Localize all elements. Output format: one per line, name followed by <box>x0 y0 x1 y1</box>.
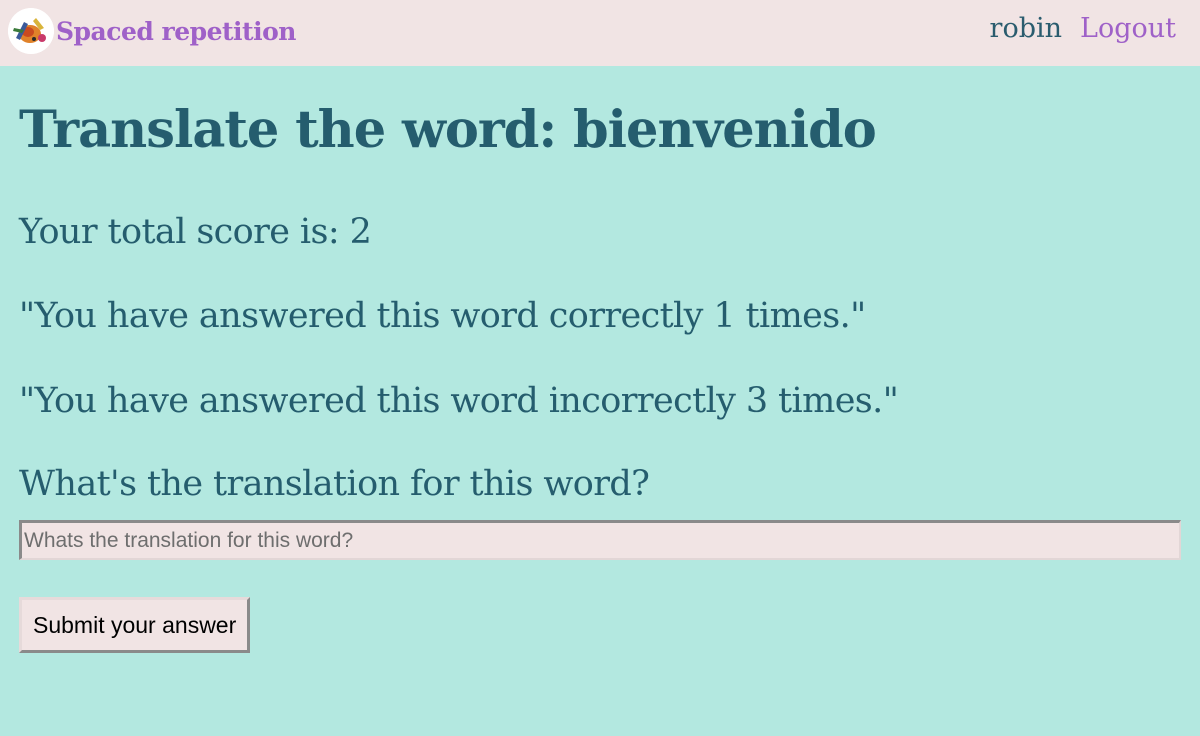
app-logo-icon <box>8 8 54 54</box>
correct-count-text: "You have answered this word correctly 1… <box>19 296 866 336</box>
username-label: robin <box>989 13 1063 44</box>
logout-link[interactable]: Logout <box>1080 13 1176 44</box>
top-nav-bar: Spaced repetition robin Logout <box>0 0 1200 66</box>
home-link[interactable]: Spaced repetition <box>8 8 296 54</box>
translation-question-label: What's the translation for this word? <box>19 464 650 504</box>
total-score-text: Your total score is: 2 <box>19 212 372 252</box>
incorrect-count-text: "You have answered this word incorrectly… <box>19 381 899 421</box>
translation-input[interactable] <box>19 520 1181 560</box>
page-title: Translate the word: bienvenido <box>19 100 877 160</box>
user-nav: robin Logout <box>990 13 1176 44</box>
submit-answer-button[interactable]: Submit your answer <box>19 597 251 653</box>
app-title[interactable]: Spaced repetition <box>56 17 296 46</box>
